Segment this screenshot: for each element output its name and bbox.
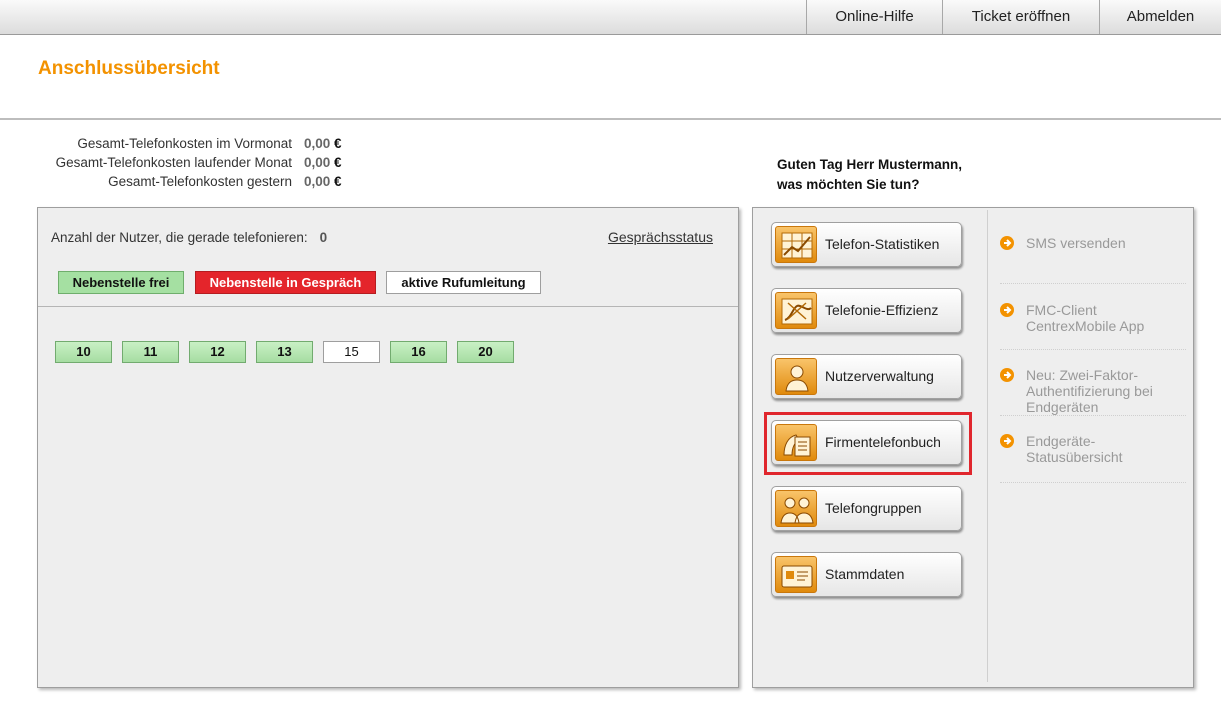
link-label: Statusübersicht [1026,449,1123,465]
extension-tile[interactable]: 12 [189,341,246,363]
cost-row-yesterday: Gesamt-Telefonkosten gestern 0,00 € [30,172,342,191]
legend-extension-busy: Nebenstelle in Gespräch [195,271,376,294]
device-status-link[interactable]: Endgeräte- Statusübersicht [1000,433,1186,465]
open-ticket-link[interactable]: Ticket eröffnen [942,0,1099,34]
extension-tile[interactable]: 15 [323,341,380,363]
separator [1000,349,1186,350]
arrow-right-icon [1000,236,1014,250]
separator [1000,482,1186,483]
call-status-panel: Anzahl der Nutzer, die gerade telefonier… [37,207,739,688]
button-label: Nutzerverwaltung [825,368,934,384]
page-title: Anschlussübersicht [38,58,220,79]
title-divider [0,118,1221,120]
logout-link[interactable]: Abmelden [1099,0,1221,34]
efficiency-icon [775,292,817,329]
greeting-question: was möchten Sie tun? [777,177,920,192]
highlight-box [764,412,972,475]
button-label: Telefongruppen [825,500,922,516]
user-management-button[interactable]: Nutzerverwaltung [771,354,962,399]
telephone-statistics-button[interactable]: Telefon-Statistiken [771,222,962,267]
phone-costs-summary: Gesamt-Telefonkosten im Vormonat 0,00 € … [30,134,342,191]
arrow-right-icon [1000,303,1014,317]
legend-extension-free: Nebenstelle frei [58,271,184,294]
active-users-line: Anzahl der Nutzer, die gerade telefonier… [51,230,327,245]
greeting: Guten Tag Herr Mustermann, was möchten S… [777,155,962,195]
button-label: Telefon-Statistiken [825,236,940,252]
cost-label: Gesamt-Telefonkosten laufender Monat [55,155,292,170]
send-sms-link[interactable]: SMS versenden [1000,235,1186,251]
group-icon [775,490,817,527]
online-help-link[interactable]: Online-Hilfe [806,0,942,34]
cost-value: 0,00 € [304,174,342,189]
button-label: Stammdaten [825,566,905,582]
call-status-header: Anzahl der Nutzer, die gerade telefonier… [38,208,738,307]
cost-value: 0,00 € [304,136,342,151]
link-label: Neu: Zwei-Faktor- [1026,367,1139,383]
link-label: SMS versenden [1026,235,1126,251]
button-label: Telefonie-Effizienz [825,302,939,318]
active-users-label: Anzahl der Nutzer, die gerade telefonier… [51,230,308,245]
link-label: FMC-Client [1026,302,1097,318]
two-factor-auth-link[interactable]: Neu: Zwei-Faktor- Authentifizierung bei … [1000,367,1186,415]
link-label: Endgeräte- [1026,433,1096,449]
extension-tile[interactable]: 10 [55,341,112,363]
top-bar: Online-Hilfe Ticket eröffnen Abmelden [0,0,1221,35]
extension-tile[interactable]: 16 [390,341,447,363]
master-data-button[interactable]: Stammdaten [771,552,962,597]
extension-tile[interactable]: 11 [122,341,179,363]
master-data-icon [775,556,817,593]
separator [1000,415,1186,416]
top-nav: Online-Hilfe Ticket eröffnen Abmelden [806,0,1221,34]
cost-label: Gesamt-Telefonkosten im Vormonat [77,136,292,151]
extension-tile[interactable]: 20 [457,341,514,363]
fmc-client-link[interactable]: FMC-Client CentrexMobile App [1000,302,1186,334]
cost-row-last-month: Gesamt-Telefonkosten im Vormonat 0,00 € [30,134,342,153]
phone-groups-button[interactable]: Telefongruppen [771,486,962,531]
cost-value: 0,00 € [304,155,342,170]
greeting-line: Guten Tag Herr Mustermann, [777,157,963,172]
active-users-count: 0 [319,230,328,245]
cost-row-current-month: Gesamt-Telefonkosten laufender Monat 0,0… [30,153,342,172]
cost-label: Gesamt-Telefonkosten gestern [108,174,292,189]
telephony-efficiency-button[interactable]: Telefonie-Effizienz [771,288,962,333]
panel-divider [987,210,988,682]
statistics-icon [775,226,817,263]
separator [1000,283,1186,284]
link-label: CentrexMobile App [1026,318,1145,334]
link-label: Authentifizierung bei [1026,383,1153,399]
arrow-right-icon [1000,434,1014,448]
link-label: Endgeräten [1026,399,1099,415]
call-status-link[interactable]: Gesprächsstatus [608,229,713,245]
extension-tile[interactable]: 13 [256,341,313,363]
arrow-right-icon [1000,368,1014,382]
user-icon [775,358,817,395]
legend-call-forwarding: aktive Rufumleitung [386,271,541,294]
